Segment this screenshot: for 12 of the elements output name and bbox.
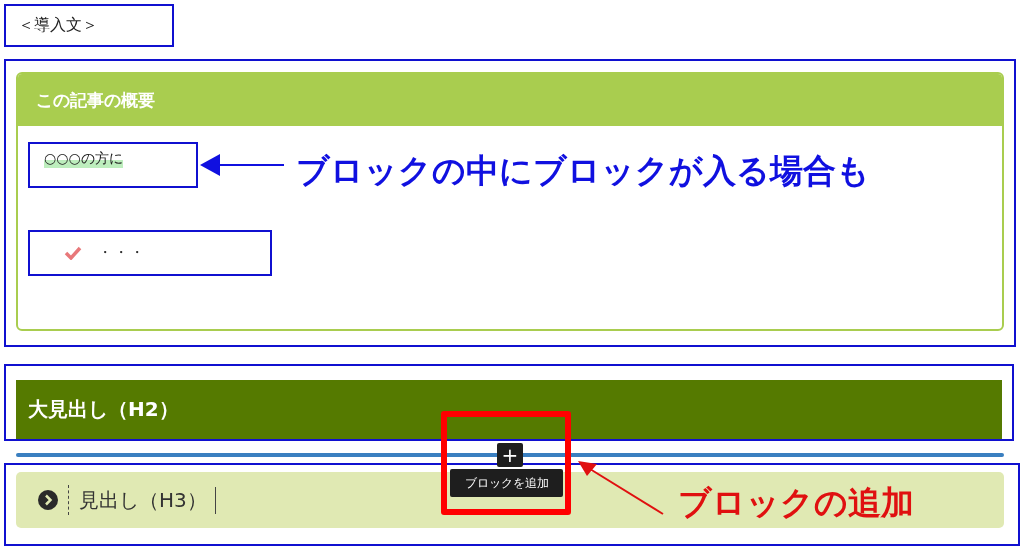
highlighted-text: ○○○の方に [44,150,123,168]
annotation-text: ブロックの中にブロックが入る場合も [296,150,870,192]
summary-title: この記事の概要 [18,74,1002,126]
annotation-text: ブロックの追加 [678,482,914,524]
heading-h2: 大見出し（H2） [16,380,1002,439]
heading-h3-text[interactable]: 見出し（H3） [79,486,216,514]
check-icon [64,246,82,260]
list-item-text: ・・・ [98,244,146,262]
tooltip: ブロックを追加 [450,469,563,497]
chevron-circle-icon [38,490,58,510]
add-block-button[interactable]: + [497,443,523,467]
intro-text: ＜導入文＞ [18,15,98,36]
